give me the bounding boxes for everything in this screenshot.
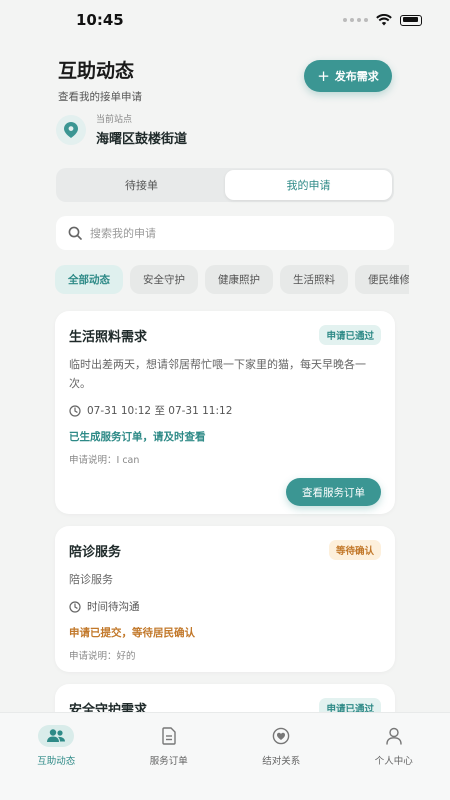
nav-label: 个人中心 bbox=[374, 756, 413, 767]
wifi-icon bbox=[376, 14, 392, 26]
card-description: 陪诊服务 bbox=[69, 573, 113, 586]
nav-item-profile[interactable]: 个人中心 bbox=[349, 725, 439, 800]
search-icon bbox=[68, 226, 82, 240]
current-station[interactable]: 当前站点 海曙区鼓楼街道 bbox=[56, 112, 187, 147]
status-time: 10:45 bbox=[76, 11, 124, 29]
card-note: 申请说明：好的 bbox=[69, 651, 136, 662]
chip-safety[interactable]: 安全守护 bbox=[130, 265, 198, 294]
view-order-button[interactable]: 查看服务订单 bbox=[286, 478, 381, 506]
tab-pending-orders[interactable]: 待接单 bbox=[58, 170, 225, 200]
card-time: 时间待沟通 bbox=[69, 599, 381, 614]
card-note: 申请说明：I can bbox=[69, 455, 140, 466]
nav-label: 服务订单 bbox=[149, 756, 188, 767]
card-description: 临时出差两天，想请邻居帮忙喂一下家里的猫，每天早晚各一次。 bbox=[69, 358, 366, 390]
search-input[interactable] bbox=[90, 226, 382, 240]
plus-icon: + bbox=[317, 66, 330, 85]
nav-item-pairing[interactable]: 结对关系 bbox=[236, 725, 326, 800]
station-label: 当前站点 bbox=[96, 115, 133, 125]
tab-my-applications[interactable]: 我的申请 bbox=[225, 170, 392, 200]
card-title: 生活照料需求 bbox=[69, 329, 148, 345]
person-icon bbox=[386, 727, 402, 745]
battery-icon bbox=[400, 14, 422, 26]
people-icon bbox=[47, 729, 66, 742]
segment-tabs: 待接单 我的申请 bbox=[56, 168, 394, 202]
document-icon bbox=[162, 727, 176, 745]
signal-icon bbox=[343, 18, 368, 22]
card-status-text: 申请已提交，等待居民确认 bbox=[69, 627, 195, 639]
card-time-text: 时间待沟通 bbox=[87, 601, 140, 613]
station-name: 海曙区鼓楼街道 bbox=[96, 132, 188, 147]
status-bar: 10:45 bbox=[0, 0, 450, 40]
nav-item-mutual-aid[interactable]: 互助动态 bbox=[11, 725, 101, 800]
search-bar bbox=[56, 216, 394, 250]
application-card[interactable]: 陪诊服务 等待确认 陪诊服务 时间待沟通 申请已提交，等待居民确认 申请说明：好… bbox=[55, 526, 395, 672]
card-time-text: 07-31 10:12 至 07-31 11:12 bbox=[87, 405, 233, 417]
card-time: 07-31 10:12 至 07-31 11:12 bbox=[69, 403, 381, 418]
clock-icon bbox=[69, 404, 81, 417]
clock-icon bbox=[69, 600, 81, 613]
location-pin-icon bbox=[56, 114, 86, 145]
card-status-text: 已生成服务订单，请及时查看 bbox=[69, 431, 206, 443]
nav-item-service-orders[interactable]: 服务订单 bbox=[124, 725, 214, 800]
chip-daily-care[interactable]: 生活照料 bbox=[280, 265, 348, 294]
nav-label: 结对关系 bbox=[262, 756, 301, 767]
application-card[interactable]: 生活照料需求 申请已通过 临时出差两天，想请邻居帮忙喂一下家里的猫，每天早晚各一… bbox=[55, 311, 395, 514]
publish-request-label: 发布需求 bbox=[334, 70, 379, 83]
status-badge: 申请已通过 bbox=[319, 325, 381, 345]
category-chips: 全部动态 安全守护 健康照护 生活照料 便民维修 bbox=[55, 265, 409, 295]
chip-repair[interactable]: 便民维修 bbox=[355, 265, 409, 294]
chip-health-care[interactable]: 健康照护 bbox=[205, 265, 273, 294]
card-title: 陪诊服务 bbox=[69, 544, 122, 560]
chip-all[interactable]: 全部动态 bbox=[55, 265, 123, 294]
nav-label: 互助动态 bbox=[37, 756, 76, 767]
publish-request-button[interactable]: + 发布需求 bbox=[304, 60, 392, 92]
heart-badge-icon bbox=[272, 727, 290, 745]
bottom-nav: 互助动态 服务订单 结对关系 个人中心 bbox=[0, 712, 450, 800]
status-icons bbox=[343, 14, 422, 26]
status-badge: 等待确认 bbox=[328, 540, 381, 560]
